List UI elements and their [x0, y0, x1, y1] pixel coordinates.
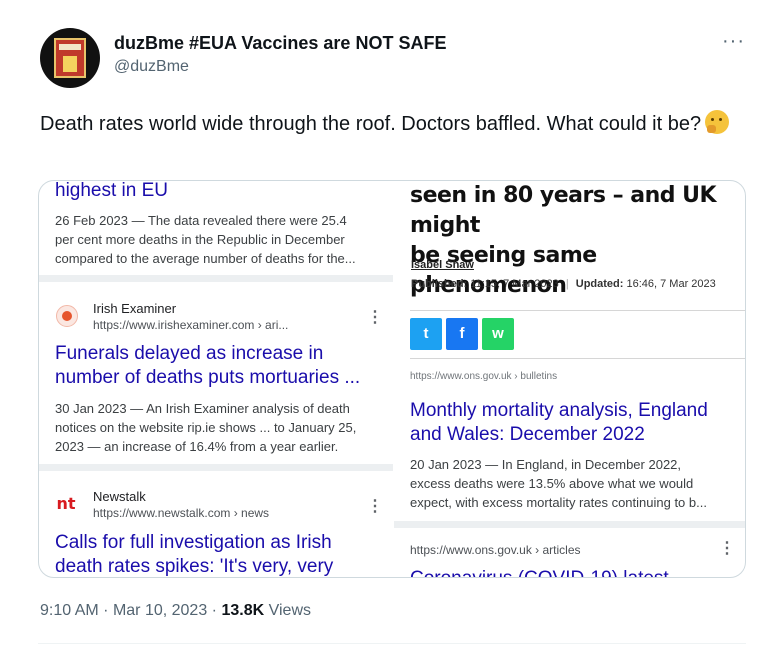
tweet-date[interactable]: Mar 10, 2023 — [113, 602, 207, 619]
divider — [410, 358, 745, 359]
whatsapp-share-icon: w — [482, 318, 514, 350]
snippet-line: notices on the website rip.ie shows ... … — [55, 420, 357, 435]
updated-date: 16:46, 7 Mar 2023 — [626, 278, 716, 290]
display-name[interactable]: duzBme #EUA Vaccines are NOT SAFE — [114, 33, 446, 54]
title-line: Calls for full investigation as Irish — [55, 532, 332, 553]
bottom-divider — [38, 643, 746, 644]
views-count[interactable]: 13.8K — [221, 602, 264, 619]
title-line: Monthly mortality analysis, England — [410, 400, 708, 421]
result-separator — [39, 464, 393, 471]
media-left-screenshot[interactable]: highest in EU 26 Feb 2023 — The data rev… — [39, 180, 393, 577]
snippet-line: 2023 — an increase of 16.4% from a year … — [55, 439, 339, 454]
snippet-line: per cent more deaths in the Republic in … — [55, 232, 345, 247]
result-title: Funerals delayed as increase in number o… — [55, 342, 385, 390]
meta-dot: · — [103, 602, 109, 619]
views-label: Views — [268, 602, 311, 619]
title-line: number of deaths puts mortuaries ... — [55, 367, 361, 388]
published-date: 11:15, 7 Mar 2023 — [470, 278, 559, 290]
kebab-menu-icon: ⋮ — [367, 309, 383, 326]
result-snippet: 26 Feb 2023 — The data revealed there we… — [55, 211, 385, 268]
result-title: Monthly mortality analysis, England and … — [410, 399, 740, 447]
title-line: and Wales: December 2022 — [410, 424, 645, 445]
source-name: Irish Examiner — [93, 301, 177, 316]
result-separator — [394, 521, 745, 528]
source-url: https://www.ons.gov.uk › articles — [410, 543, 581, 557]
result-snippet: 30 Jan 2023 — An Irish Examiner analysis… — [55, 399, 385, 456]
kebab-menu-icon: ⋮ — [367, 498, 383, 515]
snippet-line: 20 Jan 2023 — In England, in December 20… — [410, 457, 682, 472]
result-separator — [39, 275, 393, 282]
snippet-line: compared to the average number of deaths… — [55, 251, 356, 266]
source-url: https://www.newstalk.com › news — [93, 506, 270, 520]
tweet-media[interactable]: highest in EU 26 Feb 2023 — The data rev… — [38, 180, 746, 578]
media-right-screenshot[interactable]: seen in 80 years – and UK might be seein… — [394, 181, 745, 577]
updated-label: Updated: — [575, 278, 624, 290]
thinking-face-icon — [705, 110, 730, 134]
tweet-body: Death rates world wide through the roof.… — [40, 113, 702, 135]
result-title-clipped: highest in EU — [55, 180, 169, 201]
twitter-share-icon: t — [410, 318, 442, 350]
source-name: Newstalk — [93, 489, 146, 504]
more-options-icon[interactable]: ··· — [722, 30, 745, 53]
result-title: Calls for full investigation as Irish de… — [55, 531, 390, 577]
tweet-time[interactable]: 9:10 AM — [40, 602, 99, 619]
newstalk-favicon: nt — [55, 493, 77, 515]
author-byline: Isabel Shaw — [411, 259, 474, 271]
headline-line: seen in 80 years – and UK might — [410, 183, 717, 238]
result-snippet: 20 Jan 2023 — In England, in December 20… — [410, 455, 740, 512]
tweet-meta: 9:10 AM · Mar 10, 2023 · 13.8K Views — [40, 602, 311, 620]
snippet-line: 26 Feb 2023 — The data revealed there we… — [55, 213, 347, 228]
tweet-text: Death rates world wide through the roof.… — [40, 109, 740, 139]
snippet-line: 30 Jan 2023 — An Irish Examiner analysis… — [55, 401, 350, 416]
published-label: Published: — [411, 278, 468, 290]
title-line: death rates spikes: 'It's very, very — [55, 556, 334, 577]
headline-line: be seeing same phenomenon — [410, 243, 597, 298]
result-title-clipped: Coronavirus (COVID-19) latest — [410, 567, 745, 577]
divider — [410, 310, 745, 311]
facebook-share-icon: f — [446, 318, 478, 350]
kebab-menu-icon: ⋮ — [719, 540, 735, 557]
user-handle[interactable]: @duzBme — [114, 58, 189, 76]
clipped-url: https://www.ons.gov.uk › bulletins — [410, 371, 558, 382]
snippet-line: expect, with excess mortality rates cont… — [410, 495, 707, 510]
irish-examiner-favicon — [56, 305, 78, 327]
publish-info: Published: 11:15, 7 Mar 2023 | Updated: … — [411, 278, 716, 290]
avatar[interactable] — [40, 28, 100, 88]
avatar-image — [54, 38, 86, 78]
snippet-line: excess deaths were 13.5% above what we w… — [410, 476, 694, 491]
info-separator: | — [565, 278, 569, 290]
source-url: https://www.irishexaminer.com › ari... — [93, 318, 289, 332]
title-line: Funerals delayed as increase in — [55, 343, 324, 364]
meta-dot: · — [211, 602, 217, 619]
